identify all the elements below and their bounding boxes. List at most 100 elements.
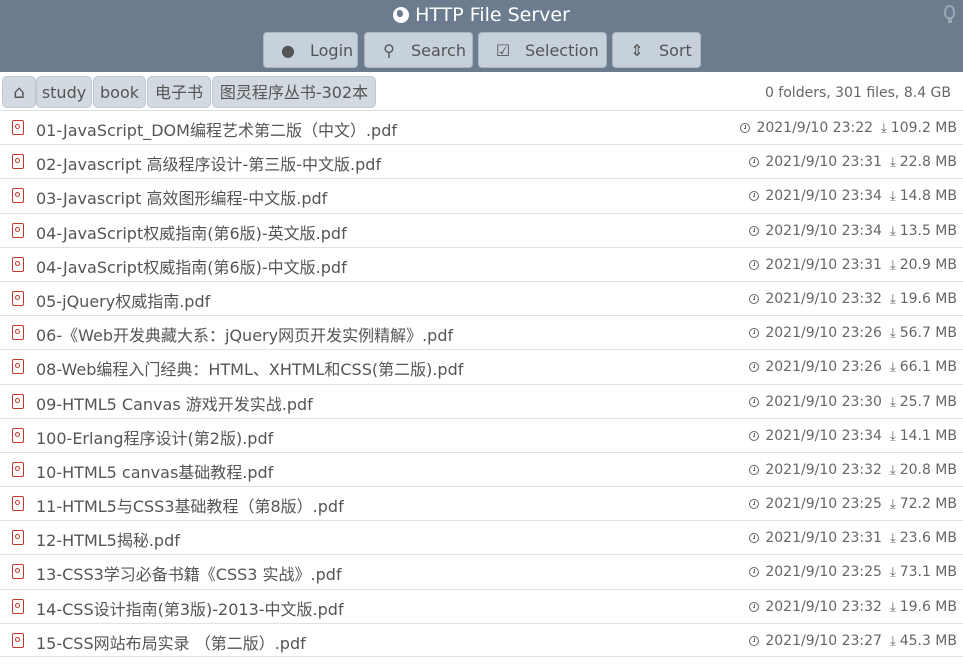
file-meta: 2021/9/10 23:27 ⤓ 45.3 MB	[749, 633, 957, 649]
file-size: 72.2 MB	[899, 496, 957, 513]
sort-icon: ⇕	[630, 41, 644, 60]
file-meta: 2021/9/10 23:32 ⤓ 19.6 MB	[749, 291, 957, 307]
file-row[interactable]: 03-Javascript 高效图形编程-中文版.pdf 2021/9/10 23…	[0, 178, 963, 212]
file-date: 2021/9/10 23:31	[765, 154, 882, 171]
file-name-link[interactable]: 03-Javascript 高效图形编程-中文版.pdf	[36, 185, 327, 209]
server-title: HTTP File Server	[0, 4, 963, 26]
file-name-link[interactable]: 01-JavaScript_DOM编程艺术第二版（中文）.pdf	[36, 117, 397, 141]
file-name-link[interactable]: 04-JavaScript权威指南(第6版)-英文版.pdf	[36, 220, 347, 244]
file-row[interactable]: 02-Javascript 高级程序设计-第三版-中文版.pdf 2021/9/1…	[0, 144, 963, 178]
download-icon: ⤓	[889, 394, 896, 410]
file-row[interactable]: 04-JavaScript权威指南(第6版)-中文版.pdf 2021/9/10 …	[0, 246, 963, 281]
pdf-file-icon	[12, 530, 24, 546]
clock-icon	[749, 396, 760, 407]
file-row[interactable]: 05-jQuery权威指南.pdf 2021/9/10 23:32 ⤓ 19.6 MB	[0, 280, 963, 315]
file-row[interactable]: 09-HTML5 Canvas 游戏开发实战.pdf 2021/9/10 23:3…	[0, 383, 963, 418]
file-name-link[interactable]: 14-CSS设计指南(第3版)-2013-中文版.pdf	[36, 596, 344, 620]
pdf-file-icon	[12, 461, 24, 477]
file-date: 2021/9/10 23:26	[765, 325, 882, 342]
file-size: 19.6 MB	[899, 598, 957, 615]
file-date: 2021/9/10 23:34	[765, 222, 882, 239]
file-date: 2021/9/10 23:31	[765, 256, 882, 273]
file-meta: 2021/9/10 23:34 ⤓ 13.5 MB	[749, 223, 957, 239]
file-row[interactable]: 100-Erlang程序设计(第2版).pdf 2021/9/10 23:34 ⤓ 1…	[0, 417, 963, 452]
file-date: 2021/9/10 23:27	[765, 632, 882, 649]
file-meta: 2021/9/10 23:34 ⤓ 14.1 MB	[749, 428, 957, 444]
file-meta: 2021/9/10 23:32 ⤓ 19.6 MB	[749, 599, 957, 615]
clock-icon	[740, 123, 751, 133]
file-size: 14.1 MB	[899, 427, 957, 444]
sort-button[interactable]: ⇕ Sort	[612, 32, 701, 68]
file-name-link[interactable]: 04-JavaScript权威指南(第6版)-中文版.pdf	[36, 254, 347, 278]
file-date: 2021/9/10 23:34	[765, 188, 882, 205]
clock-icon	[749, 635, 760, 646]
breadcrumb-item-ebooks[interactable]: 电子书	[147, 76, 211, 108]
file-row[interactable]: 01-JavaScript_DOM编程艺术第二版（中文）.pdf 2021/9/1…	[0, 110, 963, 144]
file-row[interactable]: 13-CSS3学习必备书籍《CSS3 实战》.pdf 2021/9/10 23:2…	[0, 554, 963, 588]
download-icon: ⤓	[889, 360, 896, 376]
file-date: 2021/9/10 23:30	[765, 393, 882, 410]
file-size: 14.8 MB	[899, 188, 957, 205]
file-size: 19.6 MB	[899, 290, 957, 307]
file-name-link[interactable]: 09-HTML5 Canvas 游戏开发实战.pdf	[36, 391, 313, 415]
file-name-link[interactable]: 05-jQuery权威指南.pdf	[36, 288, 210, 312]
file-date: 2021/9/10 23:31	[765, 530, 882, 547]
breadcrumb-item-study[interactable]: study	[36, 76, 92, 108]
file-row[interactable]: 11-HTML5与CSS3基础教程（第8版）.pdf 2021/9/10 23:2…	[0, 486, 963, 520]
file-date: 2021/9/10 23:25	[765, 564, 882, 581]
breadcrumb-item-current[interactable]: 图灵程序丛书-302本	[212, 76, 376, 108]
file-row[interactable]: 14-CSS设计指南(第3版)-2013-中文版.pdf 2021/9/10 23…	[0, 588, 963, 623]
selection-button[interactable]: ☑ Selection	[478, 32, 607, 68]
home-icon[interactable]: ⌂	[2, 76, 36, 108]
file-size: 109.2 MB	[890, 120, 957, 136]
file-list: 01-JavaScript_DOM编程艺术第二版（中文）.pdf 2021/9/1…	[0, 110, 963, 657]
download-icon: ⤓	[889, 599, 896, 615]
pdf-file-icon	[12, 496, 24, 512]
clock-icon	[749, 157, 760, 168]
file-name-link[interactable]: 06-《Web开发典藏大系：jQuery网页开发实例精解》.pdf	[36, 322, 453, 346]
user-icon: ●	[281, 41, 295, 60]
file-row[interactable]: 06-《Web开发典藏大系：jQuery网页开发实例精解》.pdf 2021/9/…	[0, 315, 963, 349]
clock-icon	[749, 601, 760, 612]
file-name-link[interactable]: 15-CSS网站布局实录 （第二版）.pdf	[36, 630, 306, 654]
file-row[interactable]: 04-JavaScript权威指南(第6版)-英文版.pdf 2021/9/10 …	[0, 212, 963, 247]
file-name-link[interactable]: 10-HTML5 canvas基础教程.pdf	[36, 459, 273, 483]
pdf-file-icon	[12, 256, 24, 272]
file-row[interactable]: 10-HTML5 canvas基础教程.pdf 2021/9/10 23:32 ⤓ 2…	[0, 451, 963, 486]
file-meta: 2021/9/10 23:26 ⤓ 66.1 MB	[749, 359, 957, 375]
file-row[interactable]: 08-Web编程入门经典：HTML、XHTML和CSS(第二版).pdf 2021…	[0, 349, 963, 383]
file-name-link[interactable]: 08-Web编程入门经典：HTML、XHTML和CSS(第二版).pdf	[36, 356, 463, 380]
download-icon: ⤓	[889, 428, 896, 444]
file-row[interactable]: 12-HTML5揭秘.pdf 2021/9/10 23:31 ⤓ 23.6 MB	[0, 520, 963, 554]
file-size: 20.8 MB	[899, 461, 957, 478]
file-name-link[interactable]: 11-HTML5与CSS3基础教程（第8版）.pdf	[36, 493, 344, 517]
file-meta: 2021/9/10 23:31 ⤓ 23.6 MB	[749, 530, 957, 546]
pdf-file-icon	[12, 325, 24, 341]
file-name-link[interactable]: 02-Javascript 高级程序设计-第三版-中文版.pdf	[36, 151, 381, 175]
file-size: 13.5 MB	[899, 222, 957, 239]
clock-icon	[749, 259, 760, 270]
login-button[interactable]: ● Login	[263, 32, 358, 68]
file-date: 2021/9/10 23:34	[765, 427, 882, 444]
clock-icon	[749, 362, 760, 373]
search-button[interactable]: ⚲ Search	[364, 32, 473, 68]
download-icon: ⤓	[889, 462, 896, 478]
file-name-link[interactable]: 12-HTML5揭秘.pdf	[36, 527, 180, 551]
download-icon: ⤓	[881, 121, 887, 136]
breadcrumb-item-book[interactable]: book	[93, 76, 146, 108]
file-meta: 2021/9/10 23:25 ⤓ 73.1 MB	[749, 564, 957, 580]
file-name-link[interactable]: 13-CSS3学习必备书籍《CSS3 实战》.pdf	[36, 561, 342, 585]
download-icon: ⤓	[889, 291, 896, 307]
lightbulb-icon[interactable]	[944, 5, 955, 23]
pdf-file-icon	[12, 564, 24, 580]
clock-icon	[749, 533, 760, 544]
file-date: 2021/9/10 23:32	[765, 290, 882, 307]
file-row[interactable]: 15-CSS网站布局实录 （第二版）.pdf 2021/9/10 23:27 ⤓ 45…	[0, 622, 963, 657]
pdf-file-icon	[12, 359, 24, 375]
clock-icon	[749, 567, 760, 578]
pdf-file-icon	[12, 154, 24, 170]
folder-stats: 0 folders, 301 files, 8.4 GB	[764, 85, 951, 101]
pdf-file-icon	[12, 598, 24, 614]
file-size: 20.9 MB	[899, 256, 957, 273]
file-name-link[interactable]: 100-Erlang程序设计(第2版).pdf	[36, 425, 273, 449]
